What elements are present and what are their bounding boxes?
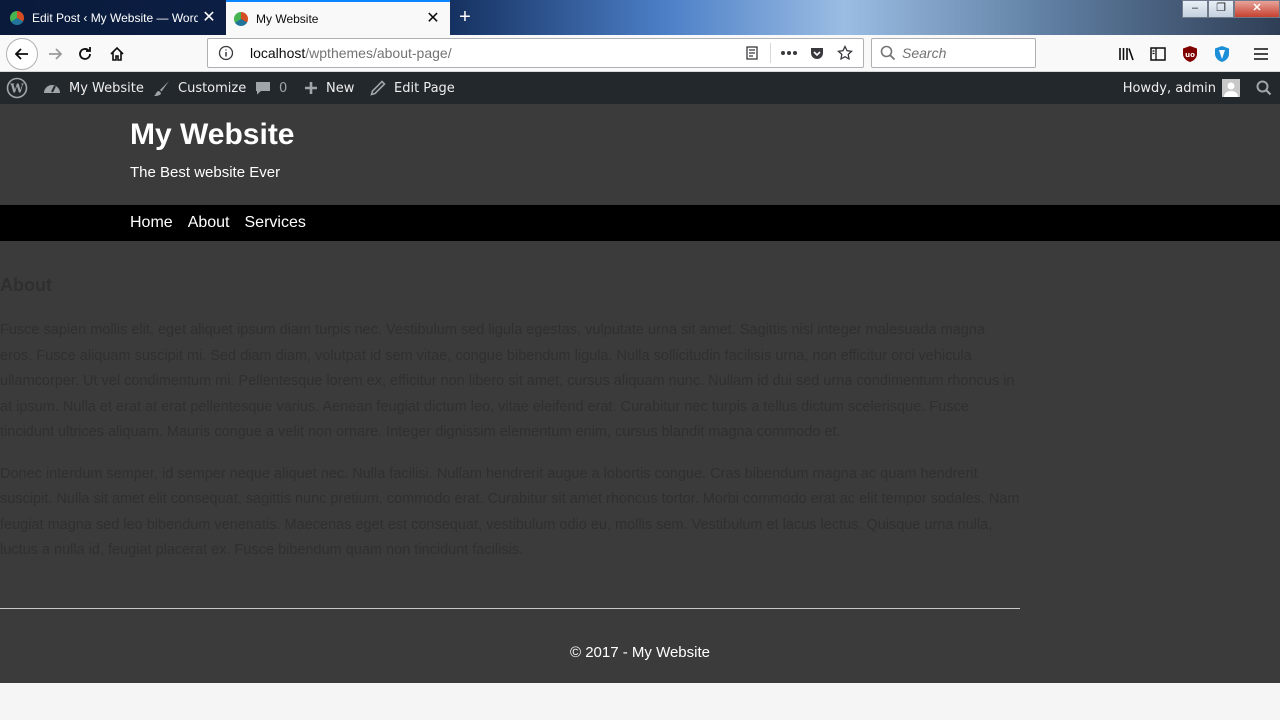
close-window-button[interactable]: ✕ bbox=[1234, 0, 1280, 18]
content-paragraph: Fusce sapien mollis elit, eget aliquet i… bbox=[0, 322, 1015, 440]
wordpress-favicon-icon bbox=[10, 10, 24, 25]
url-text[interactable]: localhost/wpthemes/about-page/ bbox=[250, 45, 738, 61]
privacy-shield-icon bbox=[1215, 46, 1229, 62]
home-icon bbox=[110, 46, 124, 61]
adminbar-comments[interactable]: 0 bbox=[255, 72, 287, 104]
library-button[interactable] bbox=[1112, 39, 1142, 69]
url-bar[interactable]: localhost/wpthemes/about-page/ bbox=[207, 38, 864, 68]
bookmark-star-icon[interactable] bbox=[831, 39, 859, 67]
tab-close-icon[interactable]: ✕ bbox=[198, 9, 220, 26]
adminbar-site-name-label: My Website bbox=[69, 80, 144, 96]
avatar bbox=[1222, 79, 1240, 97]
search-bar[interactable] bbox=[871, 38, 1036, 68]
arrow-left-icon bbox=[14, 48, 28, 60]
search-input[interactable] bbox=[902, 45, 1022, 61]
adminbar-howdy-label: Howdy, admin bbox=[1122, 80, 1216, 96]
footer-divider bbox=[0, 607, 1020, 609]
wp-admin-bar: W My Website Customize 0 New Edit Page H… bbox=[0, 72, 1280, 104]
browser-tab-strip: Edit Post ‹ My Website — WordPress ✕ My … bbox=[0, 0, 1280, 35]
tab-my-website[interactable]: My Website ✕ bbox=[226, 0, 450, 35]
adminbar-search[interactable] bbox=[1256, 72, 1272, 104]
reload-button[interactable] bbox=[70, 39, 100, 69]
minimize-button[interactable]: – bbox=[1182, 0, 1208, 18]
page-title: About bbox=[0, 275, 52, 295]
hamburger-menu-icon bbox=[1254, 48, 1268, 60]
info-icon[interactable] bbox=[212, 39, 240, 67]
nav-item-home[interactable]: Home bbox=[130, 214, 173, 232]
site-footer: © 2017 - My Website bbox=[570, 643, 710, 661]
search-icon bbox=[1256, 80, 1272, 96]
adminbar-comments-count: 0 bbox=[279, 80, 288, 96]
svg-text:uo: uo bbox=[1185, 51, 1195, 59]
adminbar-site-name[interactable]: My Website bbox=[43, 72, 144, 104]
site-navigation: Home About Services bbox=[0, 205, 1280, 241]
ublock-shield-icon: uo bbox=[1183, 46, 1197, 62]
reader-view-icon[interactable] bbox=[738, 39, 766, 67]
adminbar-customize-label: Customize bbox=[178, 80, 247, 96]
tab-title: Edit Post ‹ My Website — WordPress bbox=[32, 10, 198, 25]
sidebar-icon bbox=[1150, 47, 1166, 61]
home-button[interactable] bbox=[102, 39, 132, 69]
restore-button[interactable]: ❐ bbox=[1208, 0, 1234, 18]
wp-logo-menu[interactable]: W bbox=[6, 72, 28, 104]
adminbar-customize[interactable]: Customize bbox=[153, 72, 246, 104]
content-paragraph: Donec interdum semper, id semper neque a… bbox=[0, 465, 1020, 559]
back-button[interactable] bbox=[6, 38, 38, 70]
wordpress-logo-icon: W bbox=[6, 77, 28, 99]
page-content: About Fusce sapien mollis elit, eget ali… bbox=[0, 241, 1020, 564]
paintbrush-icon bbox=[153, 80, 170, 97]
page-actions-icon[interactable] bbox=[775, 39, 803, 67]
wordpress-favicon-icon bbox=[234, 11, 248, 26]
adminbar-new[interactable]: New bbox=[304, 72, 354, 104]
site-tagline: The Best website Ever bbox=[130, 164, 281, 181]
adminbar-my-account[interactable]: Howdy, admin bbox=[1123, 72, 1240, 104]
nav-item-about[interactable]: About bbox=[188, 214, 230, 232]
pocket-icon[interactable] bbox=[803, 39, 831, 67]
site-title[interactable]: My Website bbox=[130, 118, 1280, 152]
sidebar-button[interactable] bbox=[1143, 39, 1173, 69]
comment-bubble-icon bbox=[255, 80, 271, 96]
arrow-right-icon bbox=[49, 48, 63, 60]
ublock-extension-button[interactable]: uo bbox=[1175, 39, 1205, 69]
site-page: My Website The Best website Ever Home Ab… bbox=[0, 104, 1280, 683]
pencil-icon bbox=[370, 80, 386, 96]
urlbar-separator bbox=[770, 43, 771, 63]
tab-close-icon[interactable]: ✕ bbox=[422, 10, 444, 27]
site-header: My Website The Best website Ever bbox=[0, 104, 1280, 205]
library-icon bbox=[1119, 48, 1134, 61]
new-tab-button[interactable]: + bbox=[452, 4, 478, 30]
adminbar-edit-page-label: Edit Page bbox=[394, 80, 455, 96]
window-controls: – ❐ ✕ bbox=[1182, 0, 1280, 18]
forward-button[interactable] bbox=[40, 39, 70, 69]
plus-icon bbox=[304, 81, 318, 95]
tab-title: My Website bbox=[256, 11, 319, 26]
tab-edit-post[interactable]: Edit Post ‹ My Website — WordPress ✕ bbox=[0, 0, 226, 35]
navigation-toolbar: localhost/wpthemes/about-page/ uo bbox=[0, 35, 1280, 72]
dashboard-gauge-icon bbox=[43, 80, 61, 96]
svg-text:W: W bbox=[9, 82, 24, 96]
privacy-extension-button[interactable] bbox=[1207, 39, 1237, 69]
reload-icon bbox=[79, 47, 91, 60]
url-host: localhost bbox=[250, 45, 306, 61]
url-path: /wpthemes/about-page/ bbox=[305, 45, 452, 61]
search-icon bbox=[880, 45, 896, 61]
adminbar-edit-page[interactable]: Edit Page bbox=[370, 72, 455, 104]
adminbar-new-label: New bbox=[326, 80, 355, 96]
nav-item-services[interactable]: Services bbox=[245, 214, 306, 232]
menu-button[interactable] bbox=[1246, 39, 1276, 69]
